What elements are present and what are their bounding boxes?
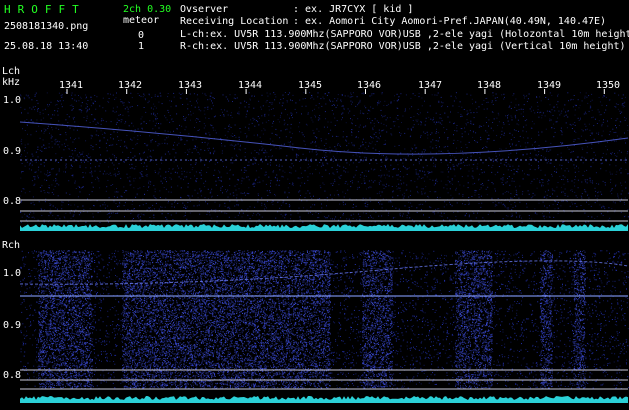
hrofft-window: { "app": { "brand": "HROFFT", "mode": "2… (0, 0, 629, 410)
lch-noise (20, 92, 629, 223)
spectrogram-canvas (19, 89, 629, 403)
rch-noise (20, 250, 629, 389)
tick-marks (66, 89, 605, 94)
rch-bands (38, 250, 586, 389)
